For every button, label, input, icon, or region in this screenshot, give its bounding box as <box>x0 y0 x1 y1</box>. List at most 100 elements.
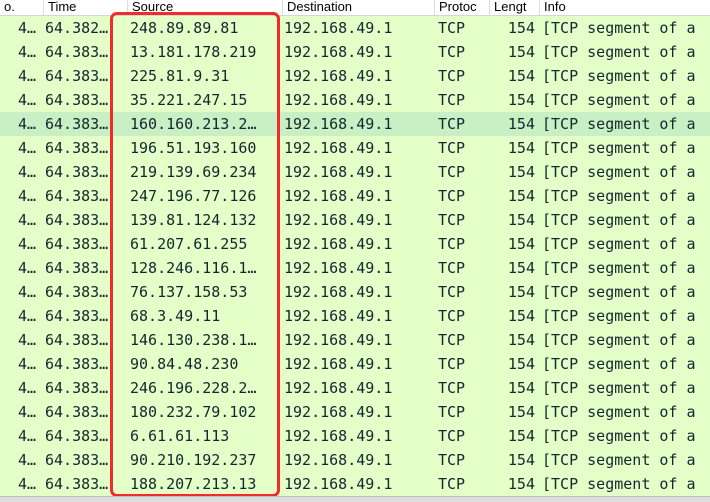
packet-destination: 192.168.49.1 <box>284 355 393 373</box>
packet-protocol: TCP <box>438 211 466 229</box>
packet-source: 247.196.77.126 <box>130 187 257 205</box>
column-header-no[interactable]: o. <box>0 0 44 15</box>
packet-row[interactable]: 4… 64.383… 128.246.116.1… 192.168.49.1 TCP 15… <box>0 256 710 280</box>
packet-row[interactable]: 4… 64.383… 225.81.9.31 192.168.49.1 TCP 154 [T… <box>0 64 710 88</box>
column-header-protocol[interactable]: Protoc <box>435 0 490 15</box>
packet-info: [TCP segment of a <box>542 283 696 301</box>
packet-source: 160.160.213.2… <box>130 115 257 133</box>
packet-row[interactable]: 4… 64.383… 76.137.158.53 192.168.49.1 TCP 154… <box>0 280 710 304</box>
packet-length: 154 <box>507 379 535 397</box>
horizontal-scrollbar[interactable] <box>0 496 710 502</box>
packet-row[interactable]: 4… 64.383… 6.61.61.113 192.168.49.1 TCP 154 [T… <box>0 424 710 448</box>
packet-length: 154 <box>507 163 535 181</box>
packet-destination: 192.168.49.1 <box>284 331 393 349</box>
packet-length: 154 <box>507 19 535 37</box>
packet-source: 146.130.238.1… <box>130 331 257 349</box>
packet-source: 61.207.61.255 <box>130 235 248 253</box>
packet-destination: 192.168.49.1 <box>284 451 393 469</box>
packet-row[interactable]: 4… 64.383… 180.232.79.102 192.168.49.1 TCP 15… <box>0 400 710 424</box>
packet-number: 4… <box>17 139 36 157</box>
packet-time: 64.383… <box>45 403 109 421</box>
packet-row[interactable]: 4… 64.383… 196.51.193.160 192.168.49.1 TCP 15… <box>0 136 710 160</box>
packet-time: 64.383… <box>45 427 109 445</box>
packet-source: 13.181.178.219 <box>130 43 257 61</box>
packet-length: 154 <box>507 355 535 373</box>
packet-time: 64.383… <box>45 91 109 109</box>
packet-info: [TCP segment of a <box>542 427 696 445</box>
packet-number: 4… <box>17 451 36 469</box>
packet-destination: 192.168.49.1 <box>284 19 393 37</box>
packet-time: 64.383… <box>45 355 109 373</box>
packet-source: 248.89.89.81 <box>130 19 239 37</box>
packet-length: 154 <box>507 307 535 325</box>
packet-info: [TCP segment of a <box>542 115 696 133</box>
packet-row[interactable]: 4… 64.383… 139.81.124.132 192.168.49.1 TCP 15… <box>0 208 710 232</box>
packet-length: 154 <box>507 91 535 109</box>
packet-protocol: TCP <box>438 355 466 373</box>
packet-protocol: TCP <box>438 283 466 301</box>
packet-row[interactable]: 4… 64.383… 61.207.61.255 192.168.49.1 TCP 154… <box>0 232 710 256</box>
packet-number: 4… <box>17 355 36 373</box>
packet-number: 4… <box>17 259 36 277</box>
packet-time: 64.383… <box>45 43 109 61</box>
packet-protocol: TCP <box>438 139 466 157</box>
packet-time: 64.383… <box>45 379 109 397</box>
packet-info: [TCP segment of a <box>542 331 696 349</box>
packet-length: 154 <box>507 331 535 349</box>
packet-destination: 192.168.49.1 <box>284 235 393 253</box>
packet-number: 4… <box>17 235 36 253</box>
packet-time: 64.383… <box>45 307 109 325</box>
packet-row[interactable]: 4… 64.383… 146.130.238.1… 192.168.49.1 TCP 15… <box>0 328 710 352</box>
packet-row[interactable]: 4… 64.383… 68.3.49.11 192.168.49.1 TCP 154 [TC… <box>0 304 710 328</box>
packet-length: 154 <box>507 427 535 445</box>
packet-length: 154 <box>507 139 535 157</box>
packet-length: 154 <box>507 235 535 253</box>
packet-row[interactable]: 4… 64.383… 13.181.178.219 192.168.49.1 TCP 15… <box>0 40 710 64</box>
packet-destination: 192.168.49.1 <box>284 427 393 445</box>
packet-source: 225.81.9.31 <box>130 67 230 85</box>
packet-time: 64.383… <box>45 259 109 277</box>
packet-number: 4… <box>17 403 36 421</box>
packet-number: 4… <box>17 115 36 133</box>
packet-destination: 192.168.49.1 <box>284 307 393 325</box>
packet-protocol: TCP <box>438 187 466 205</box>
packet-list-header: o. Time Source Destination Protoc Lengt … <box>0 0 710 16</box>
packet-row[interactable]: 4… 64.382… 248.89.89.81 192.168.49.1 TCP 154 [… <box>0 16 710 40</box>
packet-row[interactable]: 4… 64.383… 188.207.213.13 192.168.49.1 TCP 15… <box>0 472 710 496</box>
column-header-length[interactable]: Lengt <box>490 0 540 15</box>
packet-info: [TCP segment of a <box>542 355 696 373</box>
packet-protocol: TCP <box>438 427 466 445</box>
packet-destination: 192.168.49.1 <box>284 163 393 181</box>
packet-source: 219.139.69.234 <box>130 163 257 181</box>
packet-protocol: TCP <box>438 19 466 37</box>
packet-info: [TCP segment of a <box>542 91 696 109</box>
packet-source: 6.61.61.113 <box>130 427 230 445</box>
column-header-info[interactable]: Info <box>540 0 710 15</box>
packet-length: 154 <box>507 43 535 61</box>
packet-source: 188.207.213.13 <box>130 475 257 493</box>
packet-destination: 192.168.49.1 <box>284 259 393 277</box>
packet-number: 4… <box>17 379 36 397</box>
packet-row[interactable]: 4… 64.383… 160.160.213.2… 192.168.49.1 TCP 15… <box>0 112 710 136</box>
packet-source: 90.210.192.237 <box>130 451 257 469</box>
packet-length: 154 <box>507 115 535 133</box>
packet-row[interactable]: 4… 64.383… 246.196.228.2… 192.168.49.1 TCP 15… <box>0 376 710 400</box>
packet-number: 4… <box>17 427 36 445</box>
packet-time: 64.383… <box>45 115 109 133</box>
packet-protocol: TCP <box>438 379 466 397</box>
packet-row[interactable]: 4… 64.383… 219.139.69.234 192.168.49.1 TCP 15… <box>0 160 710 184</box>
packet-row[interactable]: 4… 64.383… 90.84.48.230 192.168.49.1 TCP 154 [… <box>0 352 710 376</box>
packet-protocol: TCP <box>438 331 466 349</box>
packet-destination: 192.168.49.1 <box>284 283 393 301</box>
packet-length: 154 <box>507 67 535 85</box>
packet-protocol: TCP <box>438 403 466 421</box>
packet-row[interactable]: 4… 64.383… 35.221.247.15 192.168.49.1 TCP 154… <box>0 88 710 112</box>
column-header-time[interactable]: Time <box>44 0 128 15</box>
packet-info: [TCP segment of a <box>542 187 696 205</box>
column-header-source[interactable]: Source <box>128 0 283 15</box>
column-header-destination[interactable]: Destination <box>283 0 435 15</box>
packet-protocol: TCP <box>438 163 466 181</box>
packet-row[interactable]: 4… 64.383… 90.210.192.237 192.168.49.1 TCP 15… <box>0 448 710 472</box>
packet-destination: 192.168.49.1 <box>284 67 393 85</box>
packet-row[interactable]: 4… 64.383… 247.196.77.126 192.168.49.1 TCP 15… <box>0 184 710 208</box>
